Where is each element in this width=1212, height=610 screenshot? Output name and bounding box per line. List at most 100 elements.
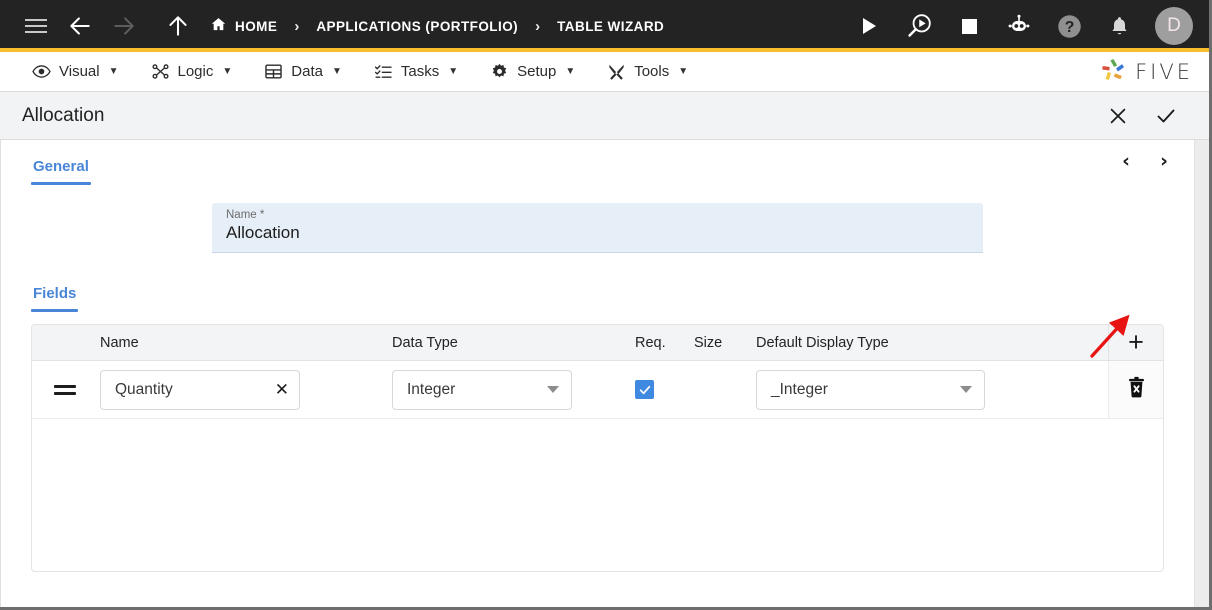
- chevron-down-icon: ▼: [108, 66, 119, 77]
- name-input[interactable]: Allocation: [226, 223, 969, 243]
- logic-nodes-icon: [151, 62, 170, 81]
- field-name-input[interactable]: Quantity ✕: [100, 369, 300, 410]
- bell-icon: [1111, 16, 1127, 34]
- breadcrumb-separator: ›: [535, 17, 541, 35]
- menu-logic-label: Logic: [177, 63, 214, 80]
- chevron-down-icon: ▼: [331, 66, 342, 77]
- top-bar-actions: ? D: [847, 6, 1209, 46]
- table-wizard-window: HOME › APPLICATIONS (PORTFOLIO) › TABLE …: [0, 0, 1212, 610]
- tools-icon: [607, 62, 626, 81]
- help-button[interactable]: ?: [1047, 6, 1091, 46]
- brand-name: FIVE: [1135, 60, 1193, 84]
- app-top-bar: HOME › APPLICATIONS (PORTFOLIO) › TABLE …: [0, 0, 1209, 52]
- field-name-value: Quantity: [115, 380, 173, 398]
- add-field-button[interactable]: +: [1108, 325, 1163, 360]
- delete-field-button[interactable]: [1108, 361, 1163, 418]
- wizard-title-bar: Allocation: [0, 92, 1209, 140]
- fields-table: Name Data Type Req. Size Default Display…: [31, 324, 1164, 572]
- avatar: D: [1167, 15, 1181, 36]
- back-button[interactable]: [58, 6, 102, 46]
- menu-data[interactable]: Data ▼: [248, 52, 358, 92]
- record-pager: ‹ ›: [1118, 150, 1172, 172]
- home-icon: [210, 16, 227, 36]
- menu-setup[interactable]: Setup ▼: [474, 52, 591, 92]
- brand-logo: FIVE: [1100, 52, 1193, 92]
- tab-general[interactable]: General: [31, 156, 91, 185]
- run-icon: [862, 18, 876, 34]
- menu-logic[interactable]: Logic ▼: [135, 52, 249, 92]
- breadcrumb-label-applications: APPLICATIONS (PORTFOLIO): [316, 18, 519, 34]
- stop-icon: [961, 18, 977, 34]
- checklist-icon: [374, 62, 393, 81]
- menu-data-label: Data: [291, 63, 323, 80]
- up-button[interactable]: [156, 6, 200, 46]
- column-header-default-display-type: Default Display Type: [756, 334, 889, 351]
- gear-icon: [490, 62, 509, 81]
- arrow-right-icon: [114, 17, 134, 35]
- eye-icon: [32, 62, 51, 81]
- notifications-button[interactable]: [1097, 6, 1141, 46]
- run-button[interactable]: [847, 6, 891, 46]
- table-grid-icon: [264, 62, 283, 81]
- row-drag-handle[interactable]: [32, 384, 100, 395]
- fields-section-header: Fields: [31, 283, 1164, 312]
- menu-tasks-label: Tasks: [400, 63, 440, 80]
- chevron-down-icon: [547, 386, 559, 393]
- arrow-up-icon: [169, 16, 187, 36]
- wizard-title-actions: [1101, 99, 1209, 133]
- row-req-cell: [635, 380, 694, 399]
- breadcrumb-item-applications[interactable]: APPLICATIONS (PORTFOLIO): [316, 19, 518, 34]
- debug-button[interactable]: [897, 6, 941, 46]
- chevron-down-icon: ▼: [222, 66, 233, 77]
- menu-tools-label: Tools: [634, 63, 670, 80]
- name-field[interactable]: Name * Allocation: [212, 203, 983, 253]
- next-record-button[interactable]: ›: [1156, 150, 1172, 172]
- user-avatar[interactable]: D: [1155, 7, 1193, 45]
- chevron-down-icon: ▼: [565, 66, 576, 77]
- close-icon: [1110, 108, 1126, 123]
- name-field-label: Name *: [226, 209, 265, 221]
- trash-delete-icon: [1126, 376, 1147, 404]
- assistant-button[interactable]: [997, 6, 1041, 46]
- chevron-down-icon: ▼: [448, 66, 459, 77]
- clear-icon[interactable]: ✕: [275, 380, 289, 400]
- menu-visual[interactable]: Visual ▼: [16, 52, 135, 92]
- cancel-button[interactable]: [1101, 99, 1135, 133]
- breadcrumb-label-home: HOME: [235, 18, 278, 34]
- wizard-body: General ‹ › Name * Allocation Fields Nam…: [0, 140, 1209, 607]
- page-title: Allocation: [22, 104, 105, 126]
- plus-icon: +: [1128, 327, 1144, 357]
- bot-icon: [1008, 14, 1030, 31]
- breadcrumb: HOME › APPLICATIONS (PORTFOLIO) › TABLE …: [210, 16, 664, 36]
- forward-button[interactable]: [102, 6, 146, 46]
- previous-record-button[interactable]: ‹: [1118, 150, 1134, 172]
- menu-tools[interactable]: Tools ▼: [591, 52, 704, 92]
- drag-handle-icon: [54, 384, 100, 395]
- data-type-select[interactable]: Integer: [392, 369, 572, 410]
- stop-button[interactable]: [947, 6, 991, 46]
- default-display-type-select[interactable]: _Integer: [756, 369, 985, 410]
- menu-tasks[interactable]: Tasks ▼: [358, 52, 474, 92]
- breadcrumb-separator: ›: [294, 17, 300, 35]
- save-button[interactable]: [1149, 99, 1183, 133]
- debug-icon: [908, 14, 931, 37]
- check-icon: [1157, 109, 1175, 122]
- column-header-data-type: Data Type: [392, 334, 458, 351]
- breadcrumb-label-table-wizard: TABLE WIZARD: [557, 18, 665, 34]
- menu-visual-label: Visual: [59, 63, 100, 80]
- breadcrumb-item-home[interactable]: HOME: [210, 16, 277, 36]
- required-checkbox[interactable]: [635, 380, 654, 399]
- column-header-size: Size: [694, 334, 723, 351]
- wizard-content: General ‹ › Name * Allocation Fields Nam…: [1, 140, 1194, 607]
- column-header-name: Name: [100, 334, 139, 351]
- vertical-scrollbar[interactable]: [1194, 140, 1209, 607]
- table-row: Quantity ✕ Integer _Integer: [32, 361, 1163, 419]
- five-pinwheel-icon: [1100, 56, 1127, 88]
- fields-table-header: Name Data Type Req. Size Default Display…: [32, 325, 1163, 361]
- breadcrumb-item-table-wizard[interactable]: TABLE WIZARD: [557, 19, 664, 34]
- row-name-cell: Quantity ✕: [100, 369, 392, 410]
- menu-setup-label: Setup: [517, 63, 557, 80]
- hamburger-menu-button[interactable]: [14, 6, 58, 46]
- data-type-value: Integer: [407, 380, 456, 398]
- tab-fields[interactable]: Fields: [31, 283, 79, 312]
